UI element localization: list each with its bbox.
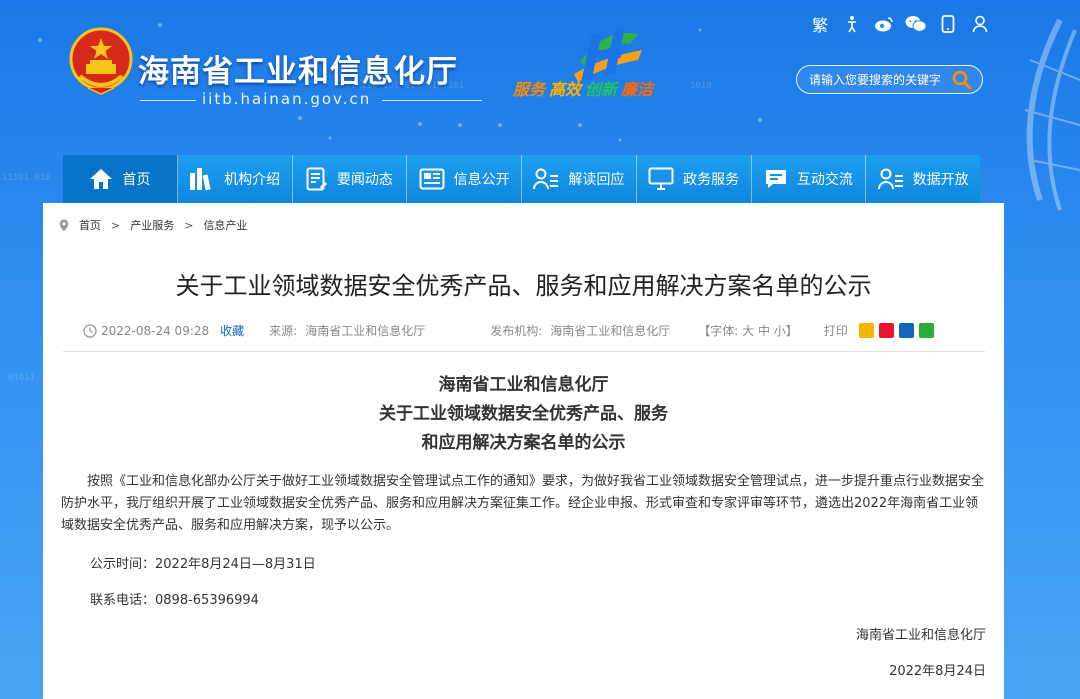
chat-icon [765, 170, 786, 188]
nav-label: 信息公开 [453, 172, 510, 188]
nav-item-interpretation[interactable]: 解读回应 [522, 155, 637, 203]
nav-item-disclosure[interactable]: 信息公开 [407, 155, 522, 203]
article-panel: 首页 > 产业服务 > 信息产业 关于工业领域数据安全优秀产品、服务和应用解决方… [43, 203, 1004, 699]
publish-date: 2022-08-24 09:28 [101, 323, 210, 338]
people-share-icon[interactable] [898, 323, 914, 338]
slogan: 服务 高效 创新 廉洁 [513, 76, 657, 100]
slogan-service: 服务 [513, 80, 546, 99]
user-list-icon [533, 168, 559, 190]
nav-label: 机构介绍 [224, 172, 281, 188]
newspaper-icon [419, 168, 445, 190]
article-title: 关于工业领域数据安全优秀产品、服务和应用解决方案名单的公示 [175, 272, 872, 300]
signature-date: 2022年8月24日 [889, 664, 986, 679]
header-tools: 繁 [804, 12, 996, 36]
nav-label: 解读回应 [568, 172, 625, 188]
article-meta: 2022-08-24 09:28 收藏 来源: 海南省工业和信息化厅 发布机构:… [83, 322, 934, 339]
nav-label: 政务服务 [683, 172, 740, 188]
document-title: 海南省工业和信息化厅 关于工业领域数据安全优秀产品、服务 和应用解决方案名单的公… [43, 371, 1004, 458]
nav-item-about[interactable]: 机构介绍 [178, 155, 293, 203]
site-header: 海南省工业和信息化厅 iitb.hainan.gov.cn 服务 高效 创新 廉洁 繁 [0, 0, 1080, 150]
publicity-period: 公示时间：2022年8月24日—8月31日 [90, 557, 316, 572]
traditional-chinese-icon[interactable]: 繁 [804, 12, 836, 36]
chevron-right-icon: > [184, 218, 194, 232]
search-icon[interactable] [952, 70, 972, 90]
nav-item-open-data[interactable]: 数据开放 [866, 155, 980, 203]
signature: 海南省工业和信息化厅 [855, 628, 986, 643]
nav-label: 首页 [122, 172, 151, 188]
weibo-icon[interactable] [868, 12, 900, 36]
monitor-icon [648, 167, 674, 190]
site-domain: iitb.hainan.gov.cn [202, 90, 372, 108]
slogan-innovation: 创新 [585, 80, 618, 99]
nav-item-interaction[interactable]: 互动交流 [752, 155, 867, 203]
user-icon[interactable] [964, 12, 996, 36]
domain-line-left [140, 100, 196, 101]
document-title-line: 海南省工业和信息化厅 [438, 375, 609, 395]
search-box [796, 65, 983, 94]
weibo-share-icon[interactable] [878, 323, 894, 338]
document-title-line: 关于工业领域数据安全优秀产品、服务 [379, 404, 668, 424]
article-body: 按照《工业和信息化部办公厅关于做好工业领域数据安全管理试点工作的通知》要求，为做… [61, 474, 985, 533]
breadcrumb: 首页 > 产业服务 > 信息产业 [59, 217, 247, 233]
svg-text:11101 010: 11101 010 [2, 173, 51, 183]
national-emblem-icon [69, 27, 133, 95]
accessibility-icon[interactable] [836, 12, 868, 36]
nav-label: 互动交流 [796, 172, 853, 188]
source-value: 海南省工业和信息化厅 [305, 324, 426, 338]
meta-divider [63, 351, 985, 352]
user-list-icon [877, 168, 903, 190]
qzone-share-icon[interactable] [858, 323, 874, 338]
slogan-efficient: 高效 [549, 80, 582, 99]
chevron-right-icon: > [111, 218, 121, 232]
share-buttons [854, 323, 934, 338]
nav-label: 数据开放 [912, 172, 969, 188]
site-name[interactable]: 海南省工业和信息化厅 [138, 46, 458, 91]
clock-icon [83, 323, 97, 338]
source-label: 来源: [269, 324, 298, 338]
svg-text:01011: 01011 [8, 373, 35, 383]
document-title-line: 和应用解决方案名单的公示 [421, 433, 626, 453]
breadcrumb-industry-services[interactable]: 产业服务 [130, 217, 174, 233]
wechat-share-icon[interactable] [918, 323, 934, 338]
news-icon [306, 167, 327, 191]
mobile-icon[interactable] [932, 12, 964, 36]
publisher-value: 海南省工业和信息化厅 [550, 324, 671, 338]
contact-phone: 联系电话：0898-65396994 [90, 593, 259, 608]
search-input[interactable] [809, 71, 954, 89]
nav-item-home[interactable]: 首页 [63, 155, 178, 203]
font-size-control[interactable]: 【字体: 大 中 小】 [698, 322, 798, 339]
nav-item-services[interactable]: 政务服务 [637, 155, 752, 203]
wechat-icon[interactable] [900, 12, 932, 36]
domain-line-right [382, 100, 482, 101]
nav-item-news[interactable]: 要闻动态 [293, 155, 408, 203]
home-icon [90, 169, 113, 189]
publisher-label: 发布机构: [490, 324, 543, 338]
breadcrumb-information-industry[interactable]: 信息产业 [203, 217, 247, 233]
favorite-link[interactable]: 收藏 [220, 322, 244, 339]
slogan-integrity: 廉洁 [621, 80, 654, 99]
print-link[interactable]: 打印 [824, 322, 848, 339]
main-nav: 首页 机构介绍 要闻动态 信息公开 解读回应 政务服务 互动交流 数据开放 [63, 155, 980, 203]
nav-label: 要闻动态 [336, 172, 393, 188]
books-icon [190, 168, 211, 191]
breadcrumb-home[interactable]: 首页 [79, 217, 101, 233]
location-pin-icon [59, 219, 69, 231]
